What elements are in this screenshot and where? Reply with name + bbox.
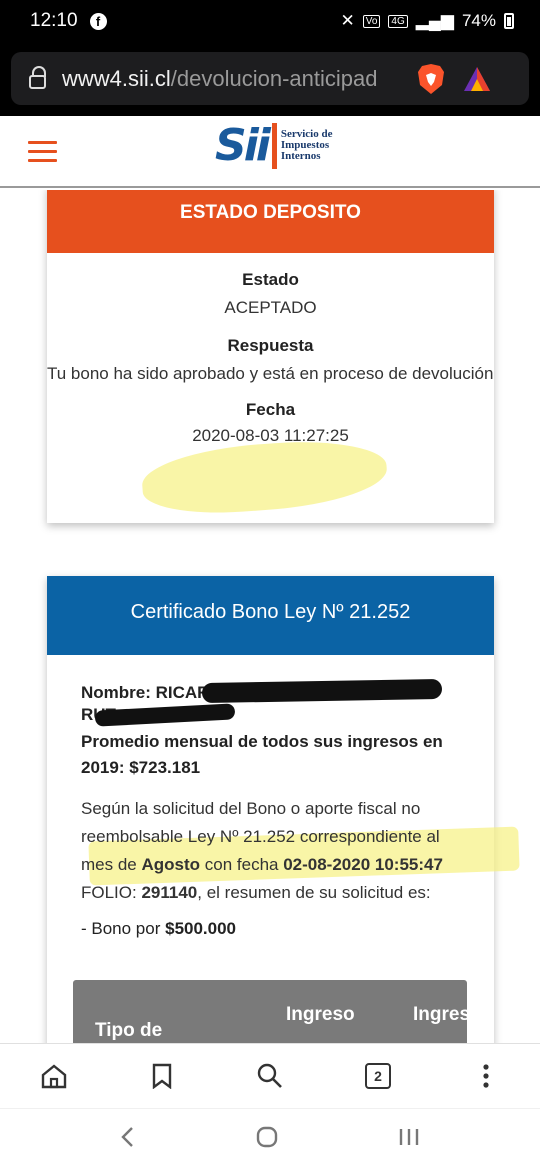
folio-value: 291140 [141,883,198,902]
table-col-ingreso-2: Ingres [413,1004,467,1025]
promedio-line: Promedio mensual de todos sus ingresos e… [81,732,443,777]
menu-icon[interactable] [28,141,57,163]
battery-percent: 74% [461,11,496,30]
bono-amount: $500.000 [165,919,237,938]
search-icon[interactable] [253,1059,287,1093]
solicitud-mes: Agosto [141,855,201,874]
solicitud-text-2: con fecha [200,855,284,874]
back-icon[interactable] [120,1126,136,1153]
status-bar: 12:10 f ✕ Vo 4G ▂▄▆ 74% [0,0,540,42]
status-icons: ✕ Vo 4G ▂▄▆ 74% [340,11,514,31]
tabs-icon[interactable]: 2 [361,1059,395,1093]
system-nav-bar [0,1108,540,1170]
certificado-card: Certificado Bono Ley Nº 21.252 Nombre: R… [47,576,520,1043]
more-icon[interactable] [469,1059,503,1093]
table-col-tipo: Tipo de [95,1020,163,1041]
brave-rewards-icon[interactable] [462,64,492,94]
brave-shields-icon[interactable] [416,63,446,95]
sii-logo[interactable]: Sii Servicio de Impuestos Internos [215,120,333,171]
solicitud-fecha: 02-08-2020 10:55:47 [283,855,443,874]
clock: 12:10 [30,10,78,31]
certificado-card-header: Certificado Bono Ley Nº 21.252 [47,576,494,655]
battery-icon [504,13,514,29]
home-circle-icon[interactable] [255,1125,279,1154]
bono-line: - Bono por $500.000 [81,919,460,939]
bookmark-icon[interactable] [145,1059,179,1093]
highlight-mark [139,435,390,519]
table-col-ingreso: Ingreso [286,1004,355,1025]
mute-icon: ✕ [340,11,355,30]
tab-count: 2 [365,1063,391,1089]
volte-icon: Vo [362,14,381,28]
facebook-notification-icon: f [89,12,107,30]
browser-bottom-nav: 2 [0,1043,540,1108]
signal-icon: ▂▄▆ [415,11,454,30]
logo-mark: Sii [215,120,271,171]
browser-toolbar: www4.sii.cl/devolucion-anticipad [0,42,540,116]
fecha-value: 2020-08-03 11:27:25 [192,426,349,445]
respuesta-value: Tu bono ha sido aprobado y está en proce… [47,364,494,383]
recents-icon[interactable] [398,1127,420,1152]
solicitud-paragraph: Según la solicitud del Bono o aporte fis… [81,795,460,907]
site-header: Sii Servicio de Impuestos Internos [0,116,540,188]
url-host: www4.sii.cl [62,65,171,91]
logo-line-3: Internos [280,150,321,162]
address-bar[interactable]: www4.sii.cl/devolucion-anticipad [11,52,529,105]
lock-icon[interactable] [29,65,46,89]
fecha-label: Fecha [245,400,296,419]
logo-bar [271,122,277,169]
estado-deposito-card: ESTADO DEPOSITO Estado ACEPTADO Respuest… [47,190,494,523]
redaction-scribble [201,678,443,704]
folio-label: FOLIO: [81,883,142,902]
estado-card-header: ESTADO DEPOSITO [47,190,494,253]
bono-prefix: - Bono por [81,919,166,938]
respuesta-label: Respuesta [227,336,314,355]
estado-label: Estado [242,270,299,289]
logo-text: Servicio de Impuestos Internos [281,129,333,162]
solicitud-text-3: , el resumen de su solicitud es: [197,883,431,902]
url-text[interactable]: www4.sii.cl/devolucion-anticipad [62,66,402,92]
home-icon[interactable] [37,1059,71,1093]
page-content[interactable]: ESTADO DEPOSITO Estado ACEPTADO Respuest… [0,190,540,1043]
4g-icon: 4G [388,14,408,28]
summary-table-header: Tipo de Ingreso Ingres [73,980,467,1043]
url-path: /devolucion-anticipad [170,65,378,91]
estado-value: ACEPTADO [224,298,317,317]
